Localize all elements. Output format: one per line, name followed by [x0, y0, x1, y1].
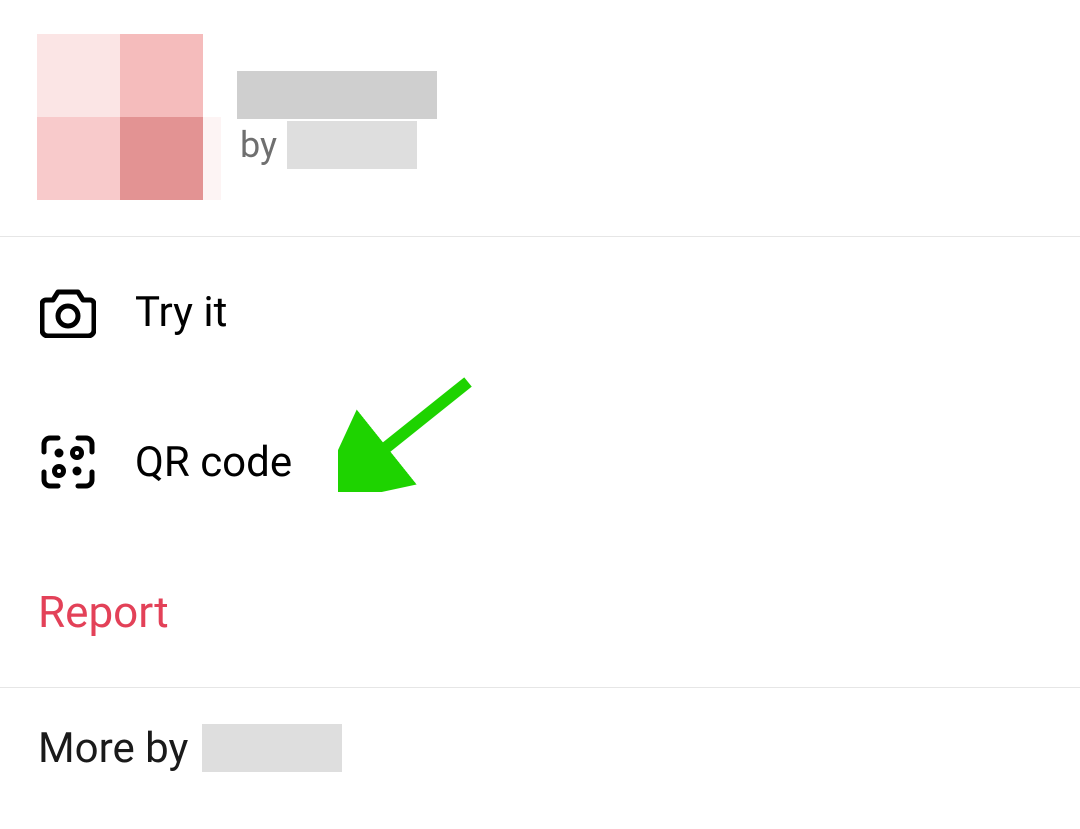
try-it-label: Try it: [135, 288, 227, 337]
report-label: Report: [38, 586, 169, 638]
filter-thumbnail: [37, 34, 221, 200]
more-by-label: More by: [38, 724, 188, 773]
actions-list: Try it QR code Report: [0, 237, 1080, 687]
author-name-placeholder: [287, 121, 417, 169]
more-by-author-placeholder: [202, 724, 342, 772]
filter-header: by: [0, 0, 1080, 237]
qr-code-icon: [0, 434, 135, 490]
by-label: by: [240, 124, 277, 166]
filter-title-placeholder: [237, 71, 437, 119]
camera-icon: [0, 286, 135, 338]
screen: by Try it: [0, 0, 1080, 829]
more-by-section: More by: [0, 688, 1080, 808]
try-it-row[interactable]: Try it: [0, 237, 1080, 387]
report-row[interactable]: Report: [0, 537, 1080, 687]
qr-code-label: QR code: [135, 438, 292, 487]
byline: by: [240, 120, 417, 170]
qr-code-row[interactable]: QR code: [0, 387, 1080, 537]
